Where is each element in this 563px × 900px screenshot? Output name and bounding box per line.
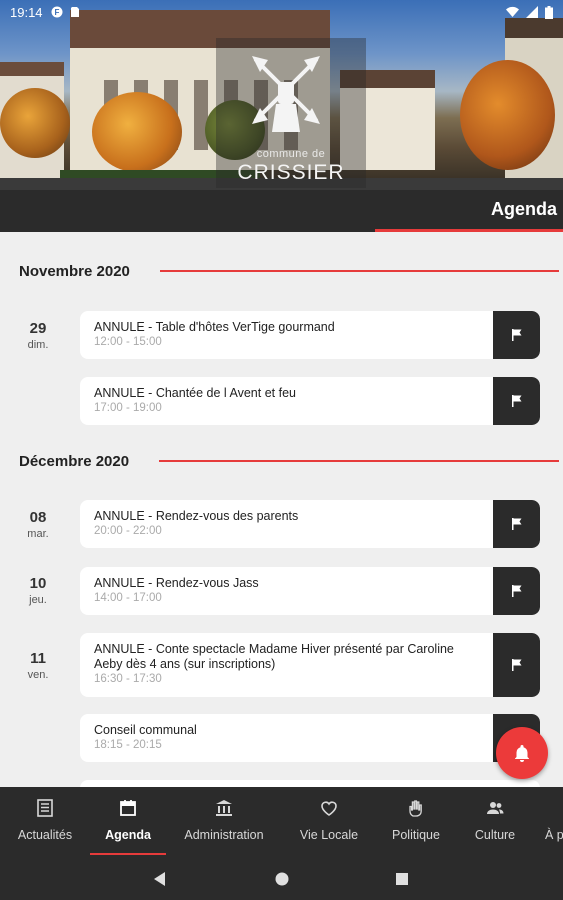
event-time: 14:00 - 17:00: [94, 592, 162, 604]
event-title: ANNULE - Table d'hôtes VerTige gourmand: [94, 320, 335, 334]
event-date: 10 jeu.: [14, 575, 62, 606]
event-weekday: dim.: [27, 339, 49, 351]
event-time: 12:00 - 15:00: [94, 336, 162, 348]
event-time: 16:30 - 17:30: [94, 673, 162, 685]
header-photo: commune de CRISSIER 19:14 F: [0, 0, 563, 190]
month-divider: [159, 460, 559, 462]
status-time: 19:14: [10, 4, 43, 20]
event-day: 10: [29, 575, 47, 592]
month-header: Novembre 2020: [19, 260, 559, 282]
event-time: 18:15 - 20:15: [94, 739, 162, 751]
wifi-icon: [506, 6, 519, 17]
sd-card-icon: [70, 7, 79, 17]
event-title: ANNULE - Chantée de l Avent et feu: [94, 386, 296, 400]
event-card[interactable]: ANNULE - Table d'hôtes VerTige gourmand …: [80, 311, 540, 359]
back-icon[interactable]: [150, 869, 170, 889]
nav-actualites[interactable]: Actualités: [8, 787, 82, 857]
newspaper-icon: [37, 799, 53, 817]
home-icon[interactable]: [272, 869, 292, 889]
event-day: 08: [29, 509, 47, 526]
event-title: ANNULE - Conte spectacle Madame Hiver pr…: [94, 642, 454, 671]
heart-icon: [321, 801, 337, 816]
event-weekday: ven.: [27, 669, 49, 681]
nav-agenda[interactable]: Agenda: [90, 787, 166, 857]
event-card[interactable]: ANNULE - Rendez-vous Jass 14:00 - 17:00: [80, 567, 540, 615]
event-card[interactable]: ANNULE - Rendez-vous des parents 20:00 -…: [80, 500, 540, 548]
nav-culture[interactable]: Culture: [466, 787, 524, 857]
event-date: 08 mar.: [14, 509, 62, 540]
nav-label: Agenda: [105, 828, 151, 842]
people-icon: [487, 802, 504, 814]
bank-icon: [216, 800, 232, 816]
nav-label: Actualités: [17, 828, 73, 842]
nav-label: Culture: [474, 828, 516, 842]
notifications-fab[interactable]: [496, 727, 548, 779]
event-card[interactable]: ANNULE - Conte spectacle Madame Hiver pr…: [80, 633, 540, 697]
active-tab-indicator: [90, 853, 166, 855]
month-header: Décembre 2020: [19, 450, 559, 472]
raised-hand-icon: [409, 800, 422, 817]
status-bar: 19:14 F: [0, 0, 563, 24]
event-title: ANNULE - Rendez-vous des parents: [94, 509, 299, 523]
nav-label: Politique: [392, 828, 440, 842]
flag-button[interactable]: [493, 311, 540, 359]
nav-more[interactable]: À p: [541, 787, 563, 857]
event-card[interactable]: ANNULE - Chantée de l Avent et feu 17:00…: [80, 377, 540, 425]
nav-politique[interactable]: Politique: [384, 787, 448, 857]
flag-button[interactable]: [493, 500, 540, 548]
event-card[interactable]: [80, 780, 540, 787]
flag-icon: [511, 659, 521, 671]
recents-icon[interactable]: [392, 869, 412, 889]
event-title: Conseil communal: [94, 723, 197, 737]
event-time: 20:00 - 22:00: [94, 525, 162, 537]
month-divider: [160, 270, 559, 272]
month-label: Décembre 2020: [19, 452, 130, 470]
app-notification-icon: F: [51, 6, 63, 18]
event-day: 29: [29, 320, 47, 337]
nav-label: À p: [545, 828, 563, 842]
flag-button[interactable]: [493, 377, 540, 425]
logo-title: CRISSIER: [237, 161, 345, 184]
nav-label: Administration: [184, 828, 264, 842]
calendar-icon: [120, 800, 136, 816]
nav-administration[interactable]: Administration: [176, 787, 272, 857]
system-navigation-bar: [0, 857, 563, 900]
nav-label: Vie Locale: [299, 828, 359, 842]
event-weekday: mar.: [27, 528, 49, 540]
flag-icon: [511, 329, 521, 341]
agenda-list[interactable]: Novembre 2020 29 dim. ANNULE - Table d'h…: [0, 232, 563, 787]
battery-icon: [545, 5, 553, 19]
page-title: Agenda: [490, 199, 557, 219]
bell-icon: [515, 745, 529, 762]
app-screen: commune de CRISSIER 19:14 F Agenda Novem…: [0, 0, 563, 900]
page-header: Agenda: [0, 190, 563, 232]
logo-subtitle: commune de: [256, 148, 326, 160]
event-card[interactable]: Conseil communal 18:15 - 20:15: [80, 714, 540, 762]
flag-icon: [511, 585, 521, 597]
signal-icon: [526, 6, 538, 18]
flag-button[interactable]: [493, 633, 540, 697]
month-label: Novembre 2020: [19, 262, 130, 280]
event-title: ANNULE - Rendez-vous Jass: [94, 576, 259, 590]
flag-icon: [511, 395, 521, 407]
flag-icon: [511, 518, 521, 530]
event-date: 11 ven.: [14, 650, 62, 681]
event-time: 17:00 - 19:00: [94, 402, 162, 414]
flag-button[interactable]: [493, 567, 540, 615]
event-day: 11: [30, 650, 46, 667]
windmill-logo-icon: [252, 56, 320, 132]
nav-vie-locale[interactable]: Vie Locale: [290, 787, 368, 857]
event-date: 29 dim.: [14, 320, 62, 351]
svg-text:F: F: [54, 8, 59, 17]
bottom-navigation: Actualités Agenda Administration Vie Loc…: [0, 787, 563, 857]
event-weekday: jeu.: [29, 594, 47, 606]
